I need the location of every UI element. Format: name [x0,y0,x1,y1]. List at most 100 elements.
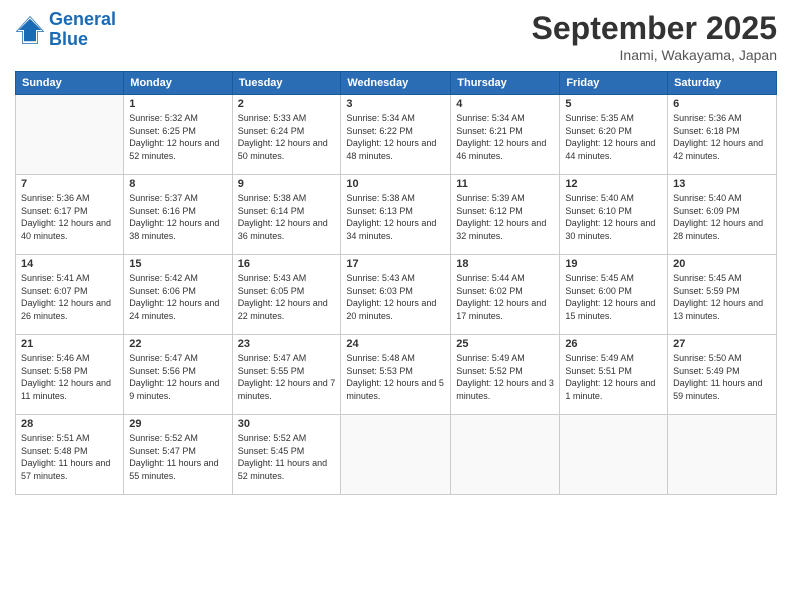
header: General Blue September 2025 Inami, Wakay… [15,10,777,63]
day-info: Sunrise: 5:47 AMSunset: 5:56 PMDaylight:… [129,352,226,402]
day-number: 19 [565,258,662,270]
calendar-cell [451,415,560,495]
week-row-5: 28 Sunrise: 5:51 AMSunset: 5:48 PMDayligh… [16,415,777,495]
day-info: Sunrise: 5:52 AMSunset: 5:47 PMDaylight:… [129,432,226,482]
day-info: Sunrise: 5:35 AMSunset: 6:20 PMDaylight:… [565,112,662,162]
calendar-cell: 19 Sunrise: 5:45 AMSunset: 6:00 PMDayligh… [560,255,668,335]
calendar-cell: 26 Sunrise: 5:49 AMSunset: 5:51 PMDayligh… [560,335,668,415]
day-info: Sunrise: 5:42 AMSunset: 6:06 PMDaylight:… [129,272,226,322]
day-info: Sunrise: 5:52 AMSunset: 5:45 PMDaylight:… [238,432,336,482]
calendar-cell: 6 Sunrise: 5:36 AMSunset: 6:18 PMDaylight… [668,95,777,175]
day-number: 29 [129,418,226,430]
day-number: 1 [129,98,226,110]
day-info: Sunrise: 5:43 AMSunset: 6:05 PMDaylight:… [238,272,336,322]
weekday-header-thursday: Thursday [451,72,560,95]
calendar-cell: 16Sunrise: 5:43 AMSunset: 6:05 PMDayligh… [232,255,341,335]
calendar-cell [341,415,451,495]
day-info: Sunrise: 5:51 AMSunset: 5:48 PMDaylight:… [21,432,118,482]
day-info: Sunrise: 5:47 AMSunset: 5:55 PMDaylight:… [238,352,336,402]
calendar-cell: 14 Sunrise: 5:41 AMSunset: 6:07 PMDayligh… [16,255,124,335]
day-number: 4 [456,98,554,110]
logo: General Blue [15,10,116,50]
calendar-cell: 17Sunrise: 5:43 AMSunset: 6:03 PMDayligh… [341,255,451,335]
calendar-cell: 30 Sunrise: 5:52 AMSunset: 5:45 PMDayligh… [232,415,341,495]
day-number: 21 [21,338,118,350]
day-info: Sunrise: 5:34 AMSunset: 6:21 PMDaylight:… [456,112,554,162]
day-number: 28 [21,418,118,430]
logo-blue: Blue [49,30,116,50]
logo-icon [15,15,45,45]
calendar-cell: 3 Sunrise: 5:34 AMSunset: 6:22 PMDaylight… [341,95,451,175]
day-info: Sunrise: 5:40 AMSunset: 6:09 PMDaylight:… [673,192,771,242]
calendar-table: SundayMondayTuesdayWednesdayThursdayFrid… [15,71,777,495]
calendar-cell: 18 Sunrise: 5:44 AMSunset: 6:02 PMDayligh… [451,255,560,335]
title-block: September 2025 Inami, Wakayama, Japan [532,10,777,63]
day-number: 9 [238,178,336,190]
week-row-1: 1 Sunrise: 5:32 AMSunset: 6:25 PMDaylight… [16,95,777,175]
day-info: Sunrise: 5:36 AMSunset: 6:18 PMDaylight:… [673,112,771,162]
day-number: 17 [346,258,445,270]
day-info: Sunrise: 5:49 AMSunset: 5:51 PMDaylight:… [565,352,662,402]
day-info: Sunrise: 5:37 AMSunset: 6:16 PMDaylight:… [129,192,226,242]
calendar-cell: 20 Sunrise: 5:45 AMSunset: 5:59 PMDayligh… [668,255,777,335]
day-number: 11 [456,178,554,190]
calendar-cell: 8 Sunrise: 5:37 AMSunset: 6:16 PMDaylight… [124,175,232,255]
day-number: 5 [565,98,662,110]
calendar-cell: 1 Sunrise: 5:32 AMSunset: 6:25 PMDaylight… [124,95,232,175]
day-number: 7 [21,178,118,190]
calendar-cell: 29 Sunrise: 5:52 AMSunset: 5:47 PMDayligh… [124,415,232,495]
day-number: 3 [346,98,445,110]
day-number: 12 [565,178,662,190]
calendar-cell: 4 Sunrise: 5:34 AMSunset: 6:21 PMDaylight… [451,95,560,175]
calendar-cell: 10 Sunrise: 5:38 AMSunset: 6:13 PMDayligh… [341,175,451,255]
week-row-4: 21Sunrise: 5:46 AMSunset: 5:58 PMDayligh… [16,335,777,415]
day-number: 8 [129,178,226,190]
day-number: 10 [346,178,445,190]
weekday-header-sunday: Sunday [16,72,124,95]
day-info: Sunrise: 5:40 AMSunset: 6:10 PMDaylight:… [565,192,662,242]
day-number: 27 [673,338,771,350]
logo-text: General Blue [49,10,116,50]
day-info: Sunrise: 5:33 AMSunset: 6:24 PMDaylight:… [238,112,336,162]
location: Inami, Wakayama, Japan [532,47,777,63]
day-info: Sunrise: 5:39 AMSunset: 6:12 PMDaylight:… [456,192,554,242]
day-info: Sunrise: 5:41 AMSunset: 6:07 PMDaylight:… [21,272,118,322]
day-info: Sunrise: 5:45 AMSunset: 5:59 PMDaylight:… [673,272,771,322]
day-number: 24 [346,338,445,350]
calendar-cell: 11 Sunrise: 5:39 AMSunset: 6:12 PMDayligh… [451,175,560,255]
day-info: Sunrise: 5:34 AMSunset: 6:22 PMDaylight:… [346,112,445,162]
day-info: Sunrise: 5:32 AMSunset: 6:25 PMDaylight:… [129,112,226,162]
calendar-cell [560,415,668,495]
calendar-cell: 13Sunrise: 5:40 AMSunset: 6:09 PMDayligh… [668,175,777,255]
day-number: 2 [238,98,336,110]
day-number: 18 [456,258,554,270]
day-info: Sunrise: 5:36 AMSunset: 6:17 PMDaylight:… [21,192,118,242]
day-number: 14 [21,258,118,270]
weekday-header-tuesday: Tuesday [232,72,341,95]
day-info: Sunrise: 5:44 AMSunset: 6:02 PMDaylight:… [456,272,554,322]
day-info: Sunrise: 5:50 AMSunset: 5:49 PMDaylight:… [673,352,771,402]
month-title: September 2025 [532,10,777,47]
calendar-cell: 5 Sunrise: 5:35 AMSunset: 6:20 PMDaylight… [560,95,668,175]
day-info: Sunrise: 5:38 AMSunset: 6:13 PMDaylight:… [346,192,445,242]
day-number: 22 [129,338,226,350]
calendar-cell: 9Sunrise: 5:38 AMSunset: 6:14 PMDaylight… [232,175,341,255]
day-number: 30 [238,418,336,430]
weekday-header-wednesday: Wednesday [341,72,451,95]
weekday-header-saturday: Saturday [668,72,777,95]
calendar-cell: 28 Sunrise: 5:51 AMSunset: 5:48 PMDayligh… [16,415,124,495]
day-info: Sunrise: 5:45 AMSunset: 6:00 PMDaylight:… [565,272,662,322]
weekday-header-row: SundayMondayTuesdayWednesdayThursdayFrid… [16,72,777,95]
day-number: 23 [238,338,336,350]
day-number: 20 [673,258,771,270]
calendar-cell: 7 Sunrise: 5:36 AMSunset: 6:17 PMDaylight… [16,175,124,255]
day-number: 26 [565,338,662,350]
weekday-header-friday: Friday [560,72,668,95]
calendar-cell: 12 Sunrise: 5:40 AMSunset: 6:10 PMDayligh… [560,175,668,255]
weekday-header-monday: Monday [124,72,232,95]
calendar-cell: 27 Sunrise: 5:50 AMSunset: 5:49 PMDayligh… [668,335,777,415]
day-number: 6 [673,98,771,110]
day-number: 15 [129,258,226,270]
calendar-cell: 24Sunrise: 5:48 AMSunset: 5:53 PMDayligh… [341,335,451,415]
day-number: 25 [456,338,554,350]
